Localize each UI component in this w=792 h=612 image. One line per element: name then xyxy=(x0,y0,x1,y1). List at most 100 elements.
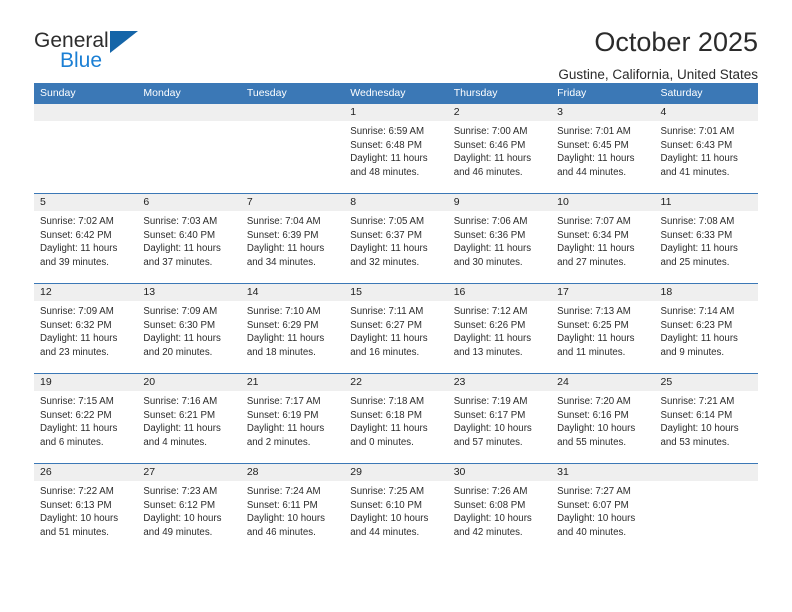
day-number[interactable]: 30 xyxy=(448,464,551,481)
day-detail-line: Sunrise: 7:26 AM xyxy=(453,486,528,497)
day-cell[interactable]: Sunrise: 7:11 AM Sunset: 6:27 PM Daylight:… xyxy=(344,301,447,373)
day-number[interactable]: 24 xyxy=(551,374,654,391)
page-header: General Blue October 2025 Gustine, Calif… xyxy=(34,0,758,82)
day-number[interactable]: 5 xyxy=(34,194,137,211)
day-cell[interactable]: Sunrise: 7:20 AM Sunset: 6:16 PM Daylight:… xyxy=(551,391,654,463)
day-number[interactable]: 29 xyxy=(344,464,447,481)
day-number[interactable]: 20 xyxy=(137,374,240,391)
day-detail-line: Daylight: 10 hours xyxy=(143,513,222,525)
day-detail-line: Sunrise: 7:12 AM xyxy=(453,306,528,317)
day-cell[interactable]: Sunrise: 7:13 AM Sunset: 6:25 PM Daylight:… xyxy=(551,301,654,373)
day-detail-line: Daylight: 10 hours xyxy=(453,513,532,525)
day-cell[interactable]: Sunrise: 7:15 AM Sunset: 6:22 PM Daylight:… xyxy=(34,391,137,463)
day-cell[interactable]: Sunrise: 7:14 AM Sunset: 6:23 PM Daylight:… xyxy=(655,301,758,373)
day-detail-line: and 30 minutes. xyxy=(453,256,523,268)
day-cell[interactable]: Sunrise: 6:59 AM Sunset: 6:48 PM Daylight:… xyxy=(344,121,447,193)
day-number[interactable]: 18 xyxy=(655,284,758,301)
day-number[interactable]: 4 xyxy=(655,104,758,121)
day-detail-line: Sunrise: 7:06 AM xyxy=(453,216,528,227)
week-detail-row: Sunrise: 7:15 AM Sunset: 6:22 PM Daylight:… xyxy=(34,391,758,463)
day-detail-line: Sunrise: 7:01 AM xyxy=(557,126,631,137)
day-detail-line: Sunset: 6:16 PM xyxy=(557,409,629,421)
day-detail-line: Sunset: 6:32 PM xyxy=(40,319,112,331)
day-cell[interactable]: Sunrise: 7:09 AM Sunset: 6:32 PM Daylight:… xyxy=(34,301,137,373)
day-cell[interactable]: Sunrise: 7:06 AM Sunset: 6:36 PM Daylight:… xyxy=(448,211,551,283)
day-detail-line: Sunrise: 7:27 AM xyxy=(557,486,631,497)
day-number[interactable]: 27 xyxy=(137,464,240,481)
day-detail-line: Sunset: 6:08 PM xyxy=(453,499,526,511)
day-number[interactable]: 28 xyxy=(241,464,344,481)
day-detail-line: and 39 minutes. xyxy=(40,256,109,268)
day-detail-line: Daylight: 11 hours xyxy=(557,333,635,345)
day-number[interactable]: 19 xyxy=(34,374,137,391)
day-number[interactable]: 9 xyxy=(448,194,551,211)
day-cell[interactable]: Sunrise: 7:27 AM Sunset: 6:07 PM Daylight:… xyxy=(551,481,654,553)
day-number[interactable]: 15 xyxy=(344,284,447,301)
day-cell[interactable]: Sunrise: 7:18 AM Sunset: 6:18 PM Daylight:… xyxy=(344,391,447,463)
day-detail-line: and 46 minutes. xyxy=(246,526,316,538)
day-number[interactable]: 31 xyxy=(551,464,654,481)
logo-text-general: General xyxy=(34,29,109,52)
day-cell[interactable]: Sunrise: 7:16 AM Sunset: 6:21 PM Daylight:… xyxy=(137,391,240,463)
day-number[interactable]: 13 xyxy=(137,284,240,301)
day-number[interactable]: 12 xyxy=(34,284,137,301)
day-cell[interactable]: Sunrise: 7:01 AM Sunset: 6:45 PM Daylight:… xyxy=(551,121,654,193)
day-number[interactable]: 3 xyxy=(551,104,654,121)
day-cell[interactable]: Sunrise: 7:25 AM Sunset: 6:10 PM Daylight:… xyxy=(344,481,447,553)
day-number[interactable]: 2 xyxy=(448,104,551,121)
day-cell[interactable]: Sunrise: 7:04 AM Sunset: 6:39 PM Daylight:… xyxy=(241,211,344,283)
day-cell[interactable]: Sunrise: 7:21 AM Sunset: 6:14 PM Daylight:… xyxy=(655,391,758,463)
day-cell-empty xyxy=(655,481,758,553)
day-number[interactable]: 17 xyxy=(551,284,654,301)
day-number[interactable]: 22 xyxy=(344,374,447,391)
general-blue-logo[interactable]: General Blue xyxy=(34,26,174,71)
day-number[interactable]: 8 xyxy=(344,194,447,211)
day-number[interactable]: 21 xyxy=(241,374,344,391)
day-cell[interactable]: Sunrise: 7:12 AM Sunset: 6:26 PM Daylight:… xyxy=(448,301,551,373)
day-number[interactable]: 6 xyxy=(137,194,240,211)
day-detail-line: and 2 minutes. xyxy=(246,436,311,448)
day-detail-line: Sunrise: 7:03 AM xyxy=(143,216,218,227)
day-cell[interactable]: Sunrise: 7:01 AM Sunset: 6:43 PM Daylight:… xyxy=(655,121,758,193)
day-cell[interactable]: Sunrise: 7:00 AM Sunset: 6:46 PM Daylight:… xyxy=(448,121,551,193)
day-cell[interactable]: Sunrise: 7:24 AM Sunset: 6:11 PM Daylight:… xyxy=(241,481,344,553)
day-detail-line: Sunset: 6:46 PM xyxy=(453,139,526,151)
day-number[interactable]: 23 xyxy=(448,374,551,391)
day-cell[interactable]: Sunrise: 7:03 AM Sunset: 6:40 PM Daylight:… xyxy=(137,211,240,283)
day-cell[interactable]: Sunrise: 7:22 AM Sunset: 6:13 PM Daylight:… xyxy=(34,481,137,553)
day-detail-line: and 46 minutes. xyxy=(453,166,523,178)
day-cell[interactable]: Sunrise: 7:26 AM Sunset: 6:08 PM Daylight:… xyxy=(448,481,551,553)
day-number[interactable]: 16 xyxy=(448,284,551,301)
day-cell[interactable]: Sunrise: 7:05 AM Sunset: 6:37 PM Daylight:… xyxy=(344,211,447,283)
day-number[interactable]: 25 xyxy=(655,374,758,391)
day-detail-line: Daylight: 11 hours xyxy=(350,153,428,165)
day-cell[interactable]: Sunrise: 7:19 AM Sunset: 6:17 PM Daylight:… xyxy=(448,391,551,463)
day-detail-line: Sunrise: 7:20 AM xyxy=(557,396,631,407)
day-number[interactable]: 10 xyxy=(551,194,654,211)
day-number[interactable]: 26 xyxy=(34,464,137,481)
day-cell[interactable]: Sunrise: 7:08 AM Sunset: 6:33 PM Daylight:… xyxy=(655,211,758,283)
day-detail-line: Sunset: 6:17 PM xyxy=(453,409,526,421)
day-detail-line: Sunrise: 7:07 AM xyxy=(557,216,631,227)
day-cell[interactable]: Sunrise: 7:02 AM Sunset: 6:42 PM Daylight:… xyxy=(34,211,137,283)
day-cell[interactable]: Sunrise: 7:09 AM Sunset: 6:30 PM Daylight:… xyxy=(137,301,240,373)
day-cell[interactable]: Sunrise: 7:07 AM Sunset: 6:34 PM Daylight:… xyxy=(551,211,654,283)
day-number[interactable]: 11 xyxy=(655,194,758,211)
day-cell-empty xyxy=(34,121,137,193)
day-number[interactable]: 7 xyxy=(241,194,344,211)
day-detail-line: and 25 minutes. xyxy=(660,256,730,268)
day-detail-line: Sunset: 6:07 PM xyxy=(557,499,629,511)
day-detail-line: Daylight: 10 hours xyxy=(40,513,119,525)
day-detail-line: Sunset: 6:27 PM xyxy=(350,319,422,331)
day-detail-line: Daylight: 10 hours xyxy=(350,513,429,525)
day-detail-line: Sunrise: 7:04 AM xyxy=(246,216,321,227)
day-detail-line: Sunset: 6:30 PM xyxy=(143,319,216,331)
day-detail-line: and 44 minutes. xyxy=(557,166,627,178)
day-number[interactable]: 1 xyxy=(344,104,447,121)
day-cell[interactable]: Sunrise: 7:17 AM Sunset: 6:19 PM Daylight:… xyxy=(241,391,344,463)
day-cell[interactable]: Sunrise: 7:23 AM Sunset: 6:12 PM Daylight:… xyxy=(137,481,240,553)
day-detail-line: Sunrise: 7:02 AM xyxy=(40,216,114,227)
day-cell[interactable]: Sunrise: 7:10 AM Sunset: 6:29 PM Daylight:… xyxy=(241,301,344,373)
day-number[interactable]: 14 xyxy=(241,284,344,301)
day-detail-line: Daylight: 11 hours xyxy=(660,153,738,165)
